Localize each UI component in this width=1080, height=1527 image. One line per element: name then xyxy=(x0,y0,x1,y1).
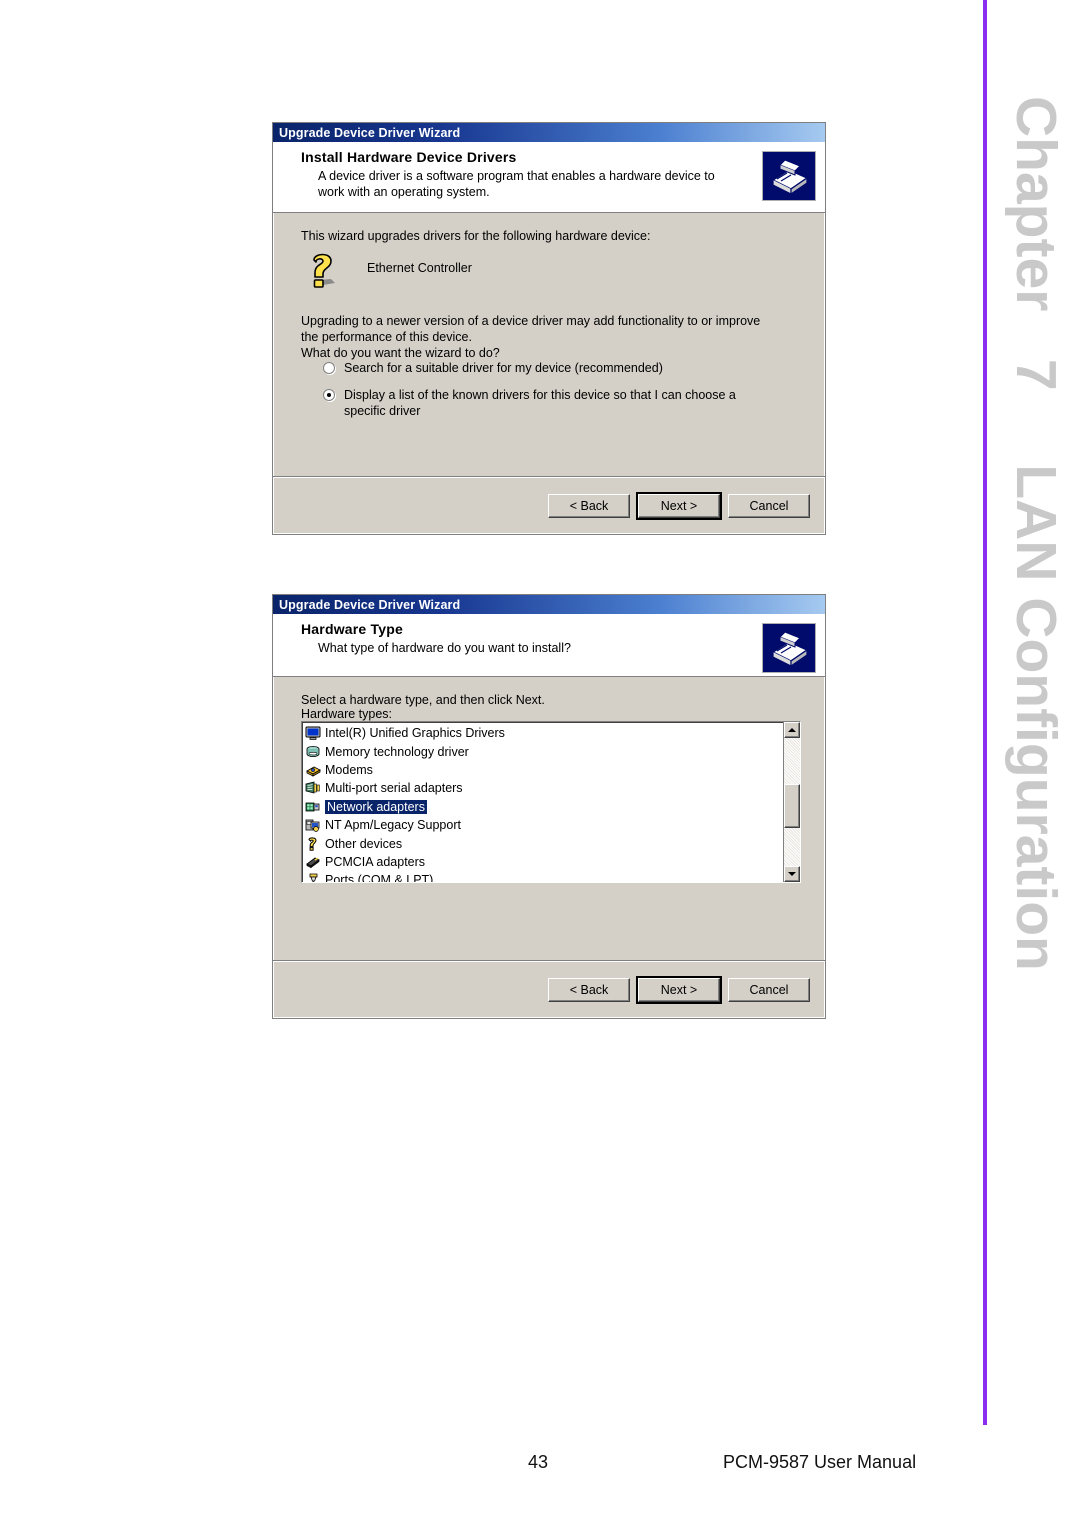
port-icon xyxy=(305,872,321,882)
dialog2-banner: Hardware Type What type of hardware do y… xyxy=(273,614,825,677)
device-name: Ethernet Controller xyxy=(367,261,472,275)
list-item[interactable]: Ports (COM & LPT) xyxy=(304,871,783,882)
device-row: Ethernet Controller xyxy=(301,249,801,295)
next-button[interactable]: Next > xyxy=(636,975,722,1004)
scroll-up-button[interactable] xyxy=(784,722,800,738)
serial-adapter-icon xyxy=(305,780,321,796)
list-item-label: Modems xyxy=(325,762,373,777)
hardware-wizard-icon xyxy=(762,623,816,673)
pcmcia-icon xyxy=(305,854,321,870)
memory-icon xyxy=(305,744,321,760)
list-item-label: Ports (COM & LPT) xyxy=(325,873,434,882)
list-item[interactable]: Modems xyxy=(304,761,783,779)
dialog1-body: This wizard upgrades drivers for the fol… xyxy=(273,213,825,419)
radio-display-list-icon[interactable] xyxy=(323,388,335,401)
chapter-title: LAN Configuration xyxy=(1004,464,1068,971)
back-button[interactable]: < Back xyxy=(548,493,630,518)
list-item-network-adapters[interactable]: Network adapters xyxy=(304,798,783,816)
upgrade-device-driver-wizard-dialog-2: Upgrade Device Driver Wizard Hardware Ty… xyxy=(272,594,826,1019)
dialog1-button-strip: < Back Next > Cancel xyxy=(273,476,825,534)
dialog1-title: Upgrade Device Driver Wizard xyxy=(279,125,461,140)
cancel-button[interactable]: Cancel xyxy=(728,493,810,518)
chapter-header: Chapter 7 LAN Configuration xyxy=(1004,96,1068,971)
chevron-up-icon xyxy=(788,728,796,732)
question-mark-icon xyxy=(305,836,321,852)
next-button[interactable]: Next > xyxy=(636,491,722,520)
dialog2-titlebar: Upgrade Device Driver Wizard xyxy=(273,595,825,614)
list-item-label: Network adapters xyxy=(325,799,427,814)
list-item-label: Multi-port serial adapters xyxy=(325,781,463,796)
chevron-down-icon xyxy=(788,872,796,876)
monitor-icon xyxy=(305,725,321,741)
dialog1-paragraph: Upgrading to a newer version of a device… xyxy=(301,314,761,345)
list-item-label: Intel(R) Unified Graphics Drivers xyxy=(325,726,505,741)
page-number: 43 xyxy=(528,1452,549,1472)
upgrade-device-driver-wizard-dialog-1: Upgrade Device Driver Wizard Install Har… xyxy=(272,122,826,535)
hardware-types-list[interactable]: Intel(R) Unified Graphics Drivers Memory… xyxy=(302,722,783,882)
dialog1-intro-text: This wizard upgrades drivers for the fol… xyxy=(301,229,651,243)
chapter-number: 7 xyxy=(1004,358,1068,391)
dialog2-banner-title: Hardware Type xyxy=(301,621,403,637)
legacy-support-icon xyxy=(305,817,321,833)
list-item[interactable]: Intel(R) Unified Graphics Drivers xyxy=(304,724,783,742)
dialog1-question: What do you want the wizard to do? xyxy=(301,345,500,360)
dialog1-banner: Install Hardware Device Drivers A device… xyxy=(273,142,825,213)
scroll-down-button[interactable] xyxy=(784,866,800,882)
dialog1-titlebar: Upgrade Device Driver Wizard xyxy=(273,123,825,142)
radio-display-list-label: Display a list of the known drivers for … xyxy=(344,387,736,418)
cancel-button[interactable]: Cancel xyxy=(728,977,810,1002)
dialog2-body: Select a hardware type, and then click N… xyxy=(273,677,825,883)
list-item-label: PCMCIA adapters xyxy=(325,854,426,869)
list-item[interactable]: Other devices xyxy=(304,834,783,852)
scrollbar-thumb[interactable] xyxy=(784,784,800,828)
dialog1-banner-subtitle: A device driver is a software program th… xyxy=(318,169,715,199)
hardware-types-listbox[interactable]: Intel(R) Unified Graphics Drivers Memory… xyxy=(301,721,801,883)
list-item[interactable]: PCMCIA adapters xyxy=(304,853,783,871)
list-item[interactable]: Memory technology driver xyxy=(304,742,783,760)
radio-option-display-list[interactable]: Display a list of the known drivers for … xyxy=(323,387,801,420)
manual-title: PCM-9587 User Manual xyxy=(723,1452,917,1472)
question-mark-icon xyxy=(301,249,345,293)
list-item[interactable]: NT Apm/Legacy Support xyxy=(304,816,783,834)
chapter-label: Chapter xyxy=(1004,96,1068,312)
dialog2-banner-subtitle: What type of hardware do you want to ins… xyxy=(318,641,571,655)
hardware-wizard-icon xyxy=(762,151,816,201)
radio-search-icon[interactable] xyxy=(323,361,335,374)
back-button[interactable]: < Back xyxy=(548,977,630,1002)
listbox-scrollbar[interactable] xyxy=(783,722,800,882)
dialog1-banner-title: Install Hardware Device Drivers xyxy=(301,149,517,165)
dialog2-instruction: Select a hardware type, and then click N… xyxy=(301,693,545,707)
radio-option-search[interactable]: Search for a suitable driver for my devi… xyxy=(323,360,801,376)
radio-search-label: Search for a suitable driver for my devi… xyxy=(344,360,663,375)
dialog2-button-strip: < Back Next > Cancel xyxy=(273,960,825,1018)
list-item-label: Memory technology driver xyxy=(325,744,469,759)
list-item-label: NT Apm/Legacy Support xyxy=(325,818,461,833)
hardware-types-label: Hardware types: xyxy=(301,707,393,721)
list-item-label: Other devices xyxy=(325,836,403,851)
chapter-accent-rule xyxy=(983,0,987,1425)
list-item[interactable]: Multi-port serial adapters xyxy=(304,779,783,797)
page-footer: 43 PCM-9587 User Manual xyxy=(0,1452,1080,1482)
modem-icon xyxy=(305,762,321,778)
network-adapter-icon xyxy=(305,799,321,815)
dialog2-title: Upgrade Device Driver Wizard xyxy=(279,597,461,612)
